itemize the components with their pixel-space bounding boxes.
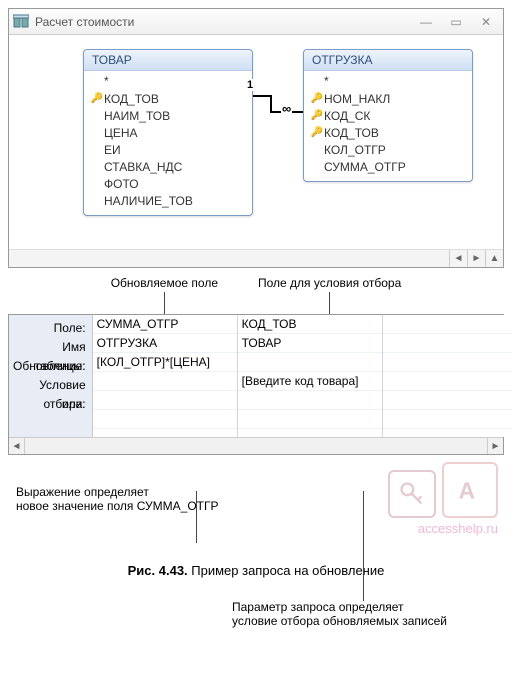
all-fields-star[interactable]: *: [84, 73, 252, 90]
canvas-scrollbar: ◄ ► ▲: [9, 249, 503, 267]
scroll-right-button[interactable]: ►: [467, 250, 485, 267]
cell-update[interactable]: [238, 353, 382, 372]
table-field-list: * 🔑КОД_ТОВ НАИМ_ТОВ ЦЕНА ЕИ СТАВКА_НДС Ф…: [84, 71, 252, 215]
annotation-bottom-left: Выражение определяет новое значение поля…: [16, 485, 236, 513]
cell-or[interactable]: [238, 391, 382, 410]
close-button[interactable]: ✕: [477, 15, 495, 29]
annotation-line: [363, 491, 364, 601]
field-label: СТАВКА_НДС: [104, 160, 182, 174]
grid-row-labels: Поле: Имя таблицы: Обновление: Условие о…: [9, 315, 93, 437]
annotation-label: Обновляемое поле: [111, 276, 218, 290]
relation-one-label: 1: [246, 79, 254, 91]
svg-text:A: A: [459, 478, 475, 504]
caption-text: Пример запроса на обновление: [188, 563, 385, 578]
field-label: КОД_ТОВ: [324, 126, 379, 140]
field-row[interactable]: 🔑КОД_СК: [304, 107, 472, 124]
field-label: КОД_ТОВ: [104, 92, 159, 106]
grid-horizontal-scrollbar[interactable]: ◄ ►: [9, 437, 503, 454]
key-icon: 🔑: [310, 110, 324, 121]
field-row[interactable]: ЕИ: [84, 141, 252, 158]
label-table: Имя таблицы:: [13, 338, 86, 357]
field-label: НОМ_НАКЛ: [324, 92, 390, 106]
grid-columns: СУММА_ОТГР ОТГРУЗКА [КОЛ_ОТГР]*[ЦЕНА] КО…: [93, 315, 512, 437]
field-row[interactable]: НАИМ_ТОВ: [84, 107, 252, 124]
minimize-button[interactable]: ―: [417, 15, 435, 29]
watermark-icons: A: [388, 462, 498, 518]
cell-update[interactable]: [КОЛ_ОТГР]*[ЦЕНА]: [93, 353, 237, 372]
field-row[interactable]: КОЛ_ОТГР: [304, 141, 472, 158]
table-box-otgruzka[interactable]: ОТГРУЗКА * 🔑НОМ_НАКЛ 🔑КОД_СК 🔑КОД_ТОВ КО…: [303, 49, 473, 182]
annotation-line: [196, 491, 197, 543]
annotation-label: Поле для условия отбора: [258, 276, 401, 290]
window-title: Расчет стоимости: [35, 15, 417, 29]
annotation-top: Обновляемое поле Поле для условия отбора: [8, 276, 504, 314]
table-header: ОТГРУЗКА: [304, 50, 472, 71]
watermark-text: accesshelp.ru: [418, 521, 498, 536]
cell-criteria[interactable]: [93, 372, 237, 391]
caption-number: Рис. 4.43.: [128, 563, 188, 578]
annotation-text: Выражение определяет: [16, 485, 236, 499]
label-update: Обновление:: [13, 357, 86, 376]
titlebar: Расчет стоимости ― ▭ ✕: [9, 9, 503, 35]
field-row[interactable]: 🔑НОМ_НАКЛ: [304, 90, 472, 107]
relationship-canvas[interactable]: ТОВАР * 🔑КОД_ТОВ НАИМ_ТОВ ЦЕНА ЕИ СТАВКА…: [9, 35, 503, 267]
field-label: ФОТО: [104, 177, 139, 191]
relation-many-label: ∞: [281, 101, 292, 116]
field-label: СУММА_ОТГР: [324, 160, 406, 174]
scroll-right-button[interactable]: ►: [487, 438, 503, 454]
cell-empty[interactable]: [93, 410, 237, 429]
grid-column-empty[interactable]: [383, 315, 512, 437]
cell-criteria[interactable]: [Введите код товара]: [238, 372, 382, 391]
annotation-line: [329, 292, 330, 314]
cell-empty[interactable]: [238, 410, 382, 429]
annotation-text: новое значение поля СУММА_ОТГР: [16, 499, 236, 513]
cell-table[interactable]: ТОВАР: [238, 334, 382, 353]
query-design-window: Расчет стоимости ― ▭ ✕ ТОВАР * 🔑КОД_ТОВ …: [8, 8, 504, 268]
field-label: ЕИ: [104, 143, 121, 157]
scroll-up-button[interactable]: ▲: [485, 250, 503, 267]
label-field: Поле:: [13, 319, 86, 338]
grid-column[interactable]: КОД_ТОВ ТОВАР [Введите код товара]: [238, 315, 383, 437]
scroll-left-button[interactable]: ◄: [9, 438, 25, 454]
field-row[interactable]: 🔑КОД_ТОВ: [84, 90, 252, 107]
relationship-line[interactable]: [253, 94, 303, 114]
annotation-bottom-right: Параметр запроса определяет условие отбо…: [232, 600, 472, 628]
maximize-button[interactable]: ▭: [447, 15, 465, 29]
key-icon: [388, 470, 436, 518]
field-row[interactable]: ФОТО: [84, 175, 252, 192]
field-row[interactable]: НАЛИЧИЕ_ТОВ: [84, 192, 252, 209]
query-grid: Поле: Имя таблицы: Обновление: Условие о…: [8, 314, 504, 455]
field-row[interactable]: 🔑КОД_ТОВ: [304, 124, 472, 141]
label-criteria: Условие отбора:: [13, 376, 86, 395]
all-fields-star[interactable]: *: [304, 73, 472, 90]
table-field-list: * 🔑НОМ_НАКЛ 🔑КОД_СК 🔑КОД_ТОВ КОЛ_ОТГР СУ…: [304, 71, 472, 181]
annotation-text: Параметр запроса определяет: [232, 600, 472, 614]
field-row[interactable]: СУММА_ОТГР: [304, 158, 472, 175]
cell-or[interactable]: [93, 391, 237, 410]
grid-column[interactable]: СУММА_ОТГР ОТГРУЗКА [КОЛ_ОТГР]*[ЦЕНА]: [93, 315, 238, 437]
field-label: ЦЕНА: [104, 126, 138, 140]
field-row[interactable]: ЦЕНА: [84, 124, 252, 141]
key-icon: 🔑: [90, 93, 104, 104]
field-row[interactable]: СТАВКА_НДС: [84, 158, 252, 175]
key-icon: 🔑: [310, 93, 324, 104]
annotation-line: [164, 292, 165, 314]
annotation-text: условие отбора обновляемых записей: [232, 614, 472, 628]
field-label: НАЛИЧИЕ_ТОВ: [104, 194, 193, 208]
scroll-left-button[interactable]: ◄: [449, 250, 467, 267]
cell-field[interactable]: СУММА_ОТГР: [93, 315, 237, 334]
field-label: КОД_СК: [324, 109, 370, 123]
table-header: ТОВАР: [84, 50, 252, 71]
window-controls: ― ▭ ✕: [417, 15, 499, 29]
figure-caption: Рис. 4.43. Пример запроса на обновление: [0, 563, 512, 578]
table-box-tovar[interactable]: ТОВАР * 🔑КОД_ТОВ НАИМ_ТОВ ЦЕНА ЕИ СТАВКА…: [83, 49, 253, 216]
key-icon: 🔑: [310, 127, 324, 138]
access-icon: A: [442, 462, 498, 518]
field-label: КОЛ_ОТГР: [324, 143, 386, 157]
cell-field[interactable]: КОД_ТОВ: [238, 315, 382, 334]
cell-table[interactable]: ОТГРУЗКА: [93, 334, 237, 353]
field-label: НАИМ_ТОВ: [104, 109, 170, 123]
app-icon: [13, 14, 29, 30]
